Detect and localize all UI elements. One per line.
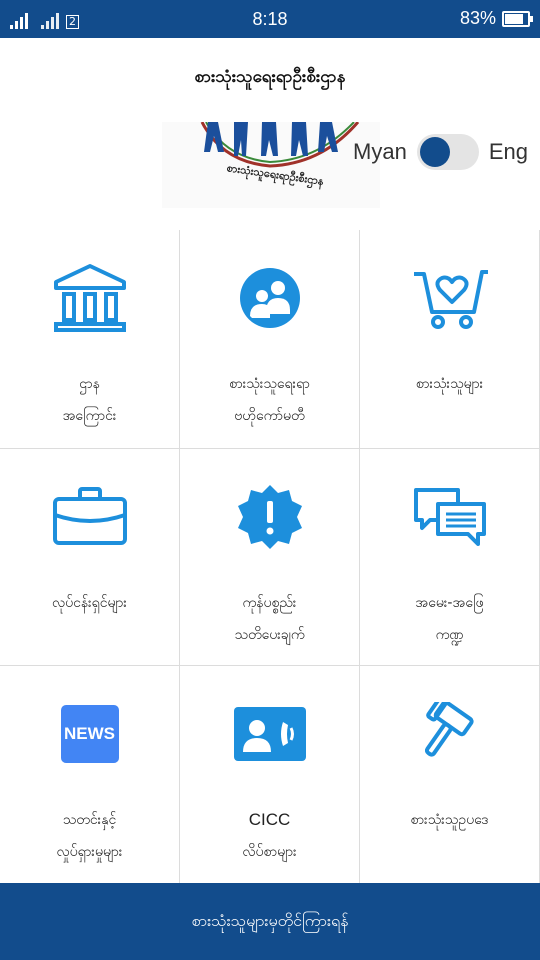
alert-badge-icon [230,477,310,557]
language-toggle[interactable] [416,134,479,170]
news-icon: NEWS [50,694,130,774]
status-bar: 2 8:18 83% [0,0,540,38]
page-title: စားသုံးသူရေးရာဦးစီးဌာန [194,67,346,87]
menu-item-businesses[interactable]: လုပ်ငန်းရှင်များ [0,449,180,666]
battery-icon [502,10,533,27]
menu-label: စားသုံးသူရေးရာ ဗဟိုကော်မတီ [229,376,310,424]
menu-label: ဌာန အကြောင်း [62,376,117,424]
menu-grid: ဌာနအကြောင်း စားသုံးသူရေးရာဗဟိုကော်မတီ [0,230,540,883]
menu-item-about-department[interactable]: ဌာန အကြောင်း [0,230,180,449]
language-switch: Myan Eng [353,134,528,170]
institution-icon [50,258,130,338]
department-logo: စားသုံးသူရေးရာဦးစီးဌာန [162,122,380,208]
heart-cart-icon [410,258,490,338]
gavel-icon [410,694,490,774]
news-icon-text: NEWS [64,724,115,743]
chat-bubbles-icon [410,477,490,557]
menu-label: CICC လိပ်စာများ [242,810,297,860]
menu-item-qa-section[interactable]: အမေး-အဖြေ ကဏ္ဍ [360,449,540,666]
menu-label: လုပ်ငန်းရှင်များ [51,595,127,611]
language-myan-label[interactable]: Myan [353,139,407,165]
menu-label: ကုန်ပစ္စည်း သတိပေးချက် [234,595,305,643]
menu-label: သတင်းနှင့် လှုပ်ရှားမှုများ [56,812,123,860]
battery-area: 83% [459,8,533,29]
complaint-button-label: စားသုံးသူများမှတိုင်ကြားရန် [191,910,349,930]
menu-label: စားသုံးသူများ [415,376,484,392]
menu-item-product-alerts[interactable]: ကုန်ပစ္စည်း သတိပေးချက် [180,449,360,666]
users-circle-icon [230,258,310,338]
battery-percent: 83% [459,8,496,28]
contact-phone-icon [230,694,310,774]
menu-item-central-committee[interactable]: စားသုံးသူရေးရာ ဗဟိုကော်မတီ [180,230,360,449]
menu-item-consumer-law[interactable]: စားသုံးသူဥပဒေ [360,666,540,883]
menu-item-cicc-addresses[interactable]: CICC လိပ်စာများ [180,666,360,883]
menu-label: စားသုံးသူဥပဒေ [410,812,489,828]
briefcase-icon [50,477,130,557]
menu-item-consumers[interactable]: စားသုံးသူများ [360,230,540,449]
complaint-button[interactable]: စားသုံးသူများမှတိုင်ကြားရန် [0,883,540,960]
language-eng-label[interactable]: Eng [489,139,528,165]
menu-item-news-activities[interactable]: NEWS သတင်းနှင့် လှုပ်ရှားမှုများ [0,666,180,883]
menu-label: အမေး-အဖြေ ကဏ္ဍ [415,595,484,643]
toggle-knob [419,137,450,167]
